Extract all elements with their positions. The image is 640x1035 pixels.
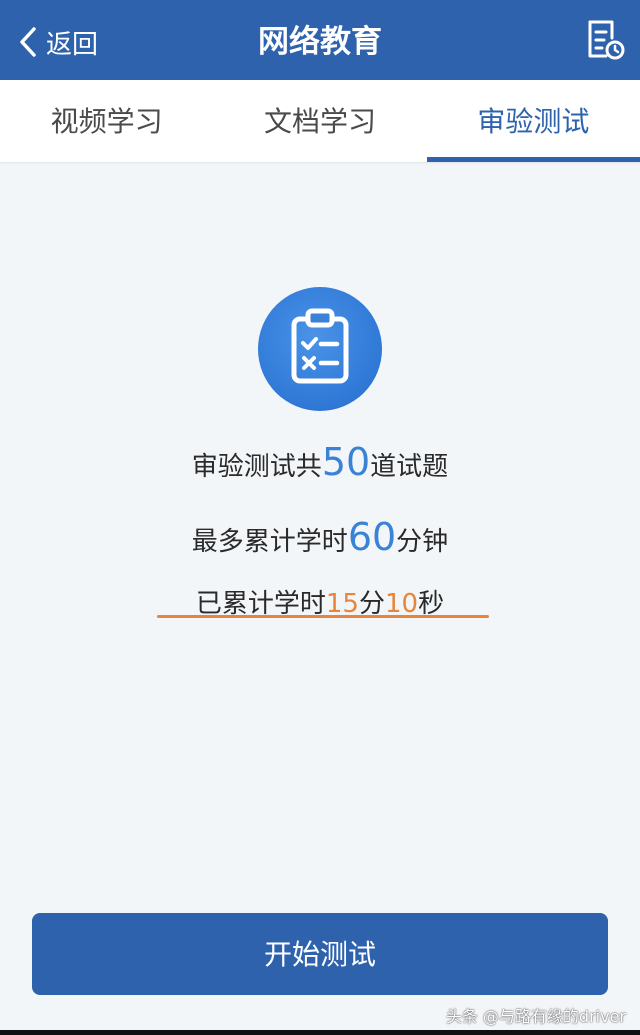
start-test-button[interactable]: 开始测试 [32, 913, 608, 995]
question-count-prefix: 审验测试共 [191, 452, 322, 482]
max-hours-suffix: 分钟 [396, 527, 449, 557]
back-button[interactable]: 返回 [18, 22, 98, 62]
watermark: 头条 @与路有缘的driver [445, 1007, 626, 1026]
tab-bar: 视频学习 文档学习 审验测试 [0, 80, 640, 162]
highlight-underline [157, 615, 489, 618]
question-count-suffix: 道试题 [370, 452, 449, 482]
tab-document-study[interactable]: 文档学习 [213, 80, 426, 162]
question-count-value: 50 [321, 440, 371, 484]
clipboard-checklist-icon [258, 287, 382, 411]
question-count-text: 审验测试共50道试题 [0, 440, 640, 484]
bottom-edge [0, 1030, 640, 1035]
max-hours-text: 最多累计学时60分钟 [0, 515, 640, 559]
tab-inspection-test[interactable]: 审验测试 [426, 80, 640, 162]
header-bar: 返回 网络教育 [0, 0, 640, 80]
back-label: 返回 [46, 29, 99, 60]
max-hours-prefix: 最多累计学时 [191, 527, 348, 557]
chevron-left-icon [18, 26, 38, 58]
max-hours-value: 60 [347, 515, 397, 559]
tab-video-study[interactable]: 视频学习 [0, 80, 213, 162]
document-clock-icon [584, 20, 626, 66]
record-button[interactable] [584, 18, 626, 62]
